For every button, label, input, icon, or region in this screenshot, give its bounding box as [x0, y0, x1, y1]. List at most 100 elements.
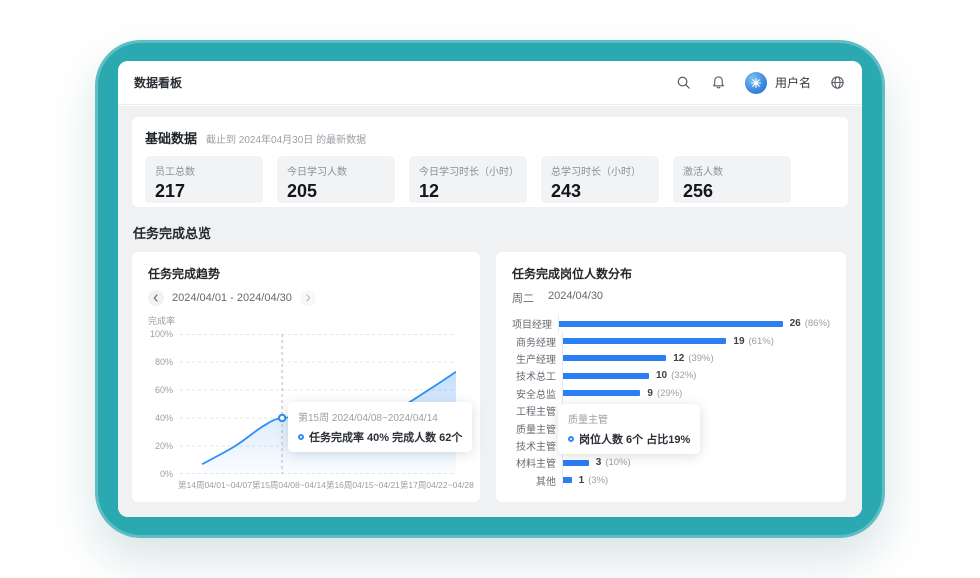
distribution-tooltip-detail: 岗位人数 6个 占比19% — [568, 431, 690, 447]
bar[interactable] — [563, 355, 666, 361]
date-range-pager: 2024/04/01 - 2024/04/30 — [148, 290, 464, 306]
stat-value: 217 — [155, 181, 253, 202]
notification-bell-icon[interactable] — [710, 74, 728, 92]
prev-range-button[interactable] — [148, 290, 164, 306]
weekday-label: 周二 — [512, 290, 534, 306]
trend-card-title: 任务完成趋势 — [148, 265, 464, 282]
bar[interactable] — [563, 477, 572, 483]
language-globe-icon[interactable] — [828, 74, 846, 92]
dashboard-content: 基础数据 截止到 2024年04月30日 的最新数据 员工总数217今日学习人数… — [118, 106, 862, 517]
bar[interactable] — [563, 460, 589, 466]
y-axis-title: 完成率 — [148, 314, 464, 327]
bar-category-label: 项目经理 — [512, 316, 558, 331]
basic-data-subtitle: 截止到 2024年04月30日 的最新数据 — [206, 131, 366, 146]
username-label[interactable]: 用户名 — [775, 74, 811, 91]
bar-percent: (39%) — [688, 353, 713, 364]
trend-tooltip-detail: 任务完成率 40% 完成人数 62个 — [298, 429, 462, 445]
basic-data-card: 基础数据 截止到 2024年04月30日 的最新数据 员工总数217今日学习人数… — [132, 117, 848, 207]
stat-label: 今日学习时长（小时） — [419, 163, 517, 178]
stat-label: 总学习时长（小时） — [551, 163, 649, 178]
bar[interactable] — [563, 338, 726, 344]
bar[interactable] — [563, 390, 640, 396]
basic-data-header: 基础数据 截止到 2024年04月30日 的最新数据 — [145, 128, 835, 147]
series-dot-icon — [298, 434, 304, 440]
bar-category-label: 技术总工 — [512, 368, 562, 383]
bar-track: 26 (86%) — [558, 315, 830, 332]
bar-track: 12 (39%) — [562, 350, 830, 367]
distribution-tooltip-title: 质量主管 — [568, 411, 690, 426]
x-tick-label: 第16周04/15~04/21 — [326, 479, 400, 491]
series-dot-icon — [568, 436, 574, 442]
bar-row[interactable]: 材料主管3(10%) — [512, 454, 830, 471]
stat-value: 205 — [287, 181, 385, 202]
topbar: 数据看板 用户名 — [118, 61, 862, 105]
bar-percent: (29%) — [657, 388, 682, 399]
topbar-actions: 用户名 — [675, 72, 846, 94]
y-tick-label: 80% — [155, 357, 173, 367]
bar[interactable] — [559, 321, 783, 327]
bar-percent: (61%) — [749, 336, 774, 347]
x-tick-label: 第15周04/08~04/14 — [252, 479, 326, 491]
bar-category-label: 其他 — [512, 473, 562, 488]
bar-percent: (32%) — [671, 370, 696, 381]
bar-row[interactable]: 生产经理 12 (39%) — [512, 350, 830, 367]
bar-value: 26 — [790, 318, 801, 329]
bar-row[interactable]: 技术总工 10 (32%) — [512, 367, 830, 384]
bar-value: 3 — [596, 457, 602, 468]
stat-value: 256 — [683, 181, 781, 202]
bar-track: 3(10%) — [562, 454, 830, 471]
bar-category-label: 质量主管 — [512, 421, 562, 436]
y-tick-label: 0% — [160, 469, 173, 479]
trend-tooltip-text: 任务完成率 40% 完成人数 62个 — [309, 429, 462, 445]
y-tick-label: 100% — [150, 329, 173, 339]
date-range-label: 2024/04/01 - 2024/04/30 — [172, 292, 292, 304]
charts-row: 任务完成趋势 2024/04/01 - 2024/04/30 完成率 — [132, 252, 848, 502]
bar-track: 1(3%) — [562, 472, 830, 489]
distribution-tooltip-text: 岗位人数 6个 占比19% — [579, 431, 690, 447]
y-axis-ticks: 100%80%60%40%20%0% — [148, 334, 180, 474]
bar-row[interactable]: 其他1(3%) — [512, 472, 830, 489]
bar-category-label: 安全总监 — [512, 386, 562, 401]
bar-chart-area[interactable]: 项目经理 26 (86%) 商务经理 19 (61%) 生产经理 12 (39%) 技术总工 10 (… — [512, 315, 830, 489]
bar-row[interactable]: 安全总监 9 (29%) — [512, 385, 830, 402]
trend-chart-area[interactable]: 完成率 100% 80% 60% 40% 20% 0% 第14周04/01~04/07第1… — [148, 314, 464, 491]
bar-percent: (3%) — [588, 475, 608, 486]
bar-percent: (86%) — [805, 318, 830, 329]
bar-value: 9 — [647, 388, 653, 399]
stat-box: 激活人数256 — [673, 156, 791, 203]
basic-data-title: 基础数据 — [145, 128, 197, 147]
stat-label: 今日学习人数 — [287, 163, 385, 178]
stats-row: 员工总数217今日学习人数205今日学习时长（小时）12总学习时长（小时）243… — [145, 156, 835, 203]
bar-category-label: 材料主管 — [512, 455, 562, 470]
bar-category-label: 生产经理 — [512, 351, 562, 366]
stat-box: 总学习时长（小时） 243 — [541, 156, 659, 203]
stat-value: 12 — [419, 181, 517, 202]
y-tick-label: 20% — [155, 441, 173, 451]
y-tick-label: 40% — [155, 413, 173, 423]
stat-value: 243 — [551, 181, 649, 202]
trend-tooltip: 第15周 2024/04/08~2024/04/14 任务完成率 40% 完成人… — [288, 402, 472, 452]
stat-box: 今日学习时长（小时） 12 — [409, 156, 527, 203]
bar-category-label: 商务经理 — [512, 334, 562, 349]
stat-box: 今日学习人数 205 — [277, 156, 395, 203]
trend-chart-card: 任务完成趋势 2024/04/01 - 2024/04/30 完成率 — [132, 252, 480, 502]
bar-category-label: 技术主管 — [512, 438, 562, 453]
dashboard-screen: 数据看板 用户名 基础数据 — [118, 61, 862, 517]
distribution-date-row: 周二 2024/04/30 — [512, 290, 830, 306]
page-title: 数据看板 — [134, 74, 182, 91]
x-axis-ticks: 第14周04/01~04/07第15周04/08~04/14第16周04/15~… — [178, 479, 464, 491]
search-icon[interactable] — [675, 74, 693, 92]
distribution-chart-card: 任务完成岗位人数分布 周二 2024/04/30 项目经理26(86%)商务经理… — [496, 252, 846, 502]
bar-value: 10 — [656, 370, 667, 381]
next-range-button[interactable] — [300, 290, 316, 306]
distribution-tooltip: 质量主管 岗位人数 6个 占比19% — [558, 404, 700, 454]
bar[interactable] — [563, 373, 649, 379]
user-avatar[interactable] — [745, 72, 767, 94]
date-label: 2024/04/30 — [548, 290, 603, 306]
y-tick-label: 60% — [155, 385, 173, 395]
bar-value: 12 — [673, 353, 684, 364]
bar-value: 19 — [733, 336, 744, 347]
bar-row[interactable]: 商务经理 19 (61%) — [512, 332, 830, 349]
bar-row[interactable]: 项目经理 26 (86%) — [512, 315, 830, 332]
tablet-frame: 数据看板 用户名 基础数据 — [95, 40, 885, 538]
